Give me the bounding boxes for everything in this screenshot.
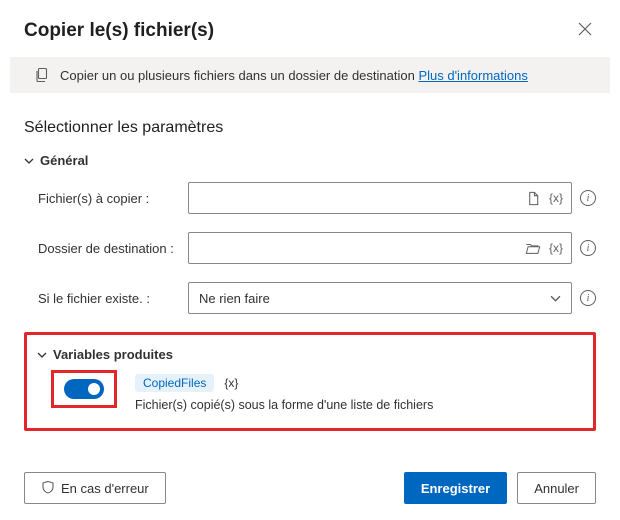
- if-exists-select[interactable]: Ne rien faire: [188, 282, 572, 314]
- general-section-header[interactable]: Général: [24, 153, 596, 168]
- info-icon[interactable]: i: [580, 190, 596, 206]
- variable-icon: {x}: [222, 376, 240, 390]
- dest-folder-input[interactable]: {x}: [188, 232, 572, 264]
- info-banner: Copier un ou plusieurs fichiers dans un …: [10, 57, 610, 93]
- dest-folder-row: Dossier de destination : {x} i: [38, 232, 596, 264]
- cancel-button[interactable]: Annuler: [517, 472, 596, 504]
- dest-folder-label: Dossier de destination :: [38, 241, 178, 256]
- variable-chip[interactable]: CopiedFiles: [135, 374, 214, 392]
- info-icon[interactable]: i: [580, 290, 596, 306]
- files-to-copy-input[interactable]: {x}: [188, 182, 572, 214]
- dialog-footer: En cas d'erreur Enregistrer Annuler: [24, 472, 596, 504]
- dialog-title: Copier le(s) fichier(s): [24, 20, 214, 42]
- files-to-copy-row: Fichier(s) à copier : {x} i: [38, 182, 596, 214]
- if-exists-label: Si le fichier existe. :: [38, 291, 178, 306]
- if-exists-row: Si le fichier existe. : Ne rien faire i: [38, 282, 596, 314]
- folder-picker-icon[interactable]: [525, 241, 541, 256]
- info-icon[interactable]: i: [580, 240, 596, 256]
- variable-icon[interactable]: {x}: [547, 241, 565, 255]
- on-error-button[interactable]: En cas d'erreur: [24, 472, 166, 504]
- variables-label: Variables produites: [53, 347, 173, 362]
- chevron-down-icon: [550, 293, 561, 304]
- section-title: Sélectionner les paramètres: [24, 119, 596, 137]
- content-area: Sélectionner les paramètres Général Fich…: [0, 93, 620, 431]
- general-label: Général: [40, 153, 88, 168]
- if-exists-value: Ne rien faire: [199, 291, 270, 306]
- variable-row: CopiedFiles {x} Fichier(s) copié(s) sous…: [51, 370, 583, 412]
- shield-icon: [41, 480, 55, 497]
- chevron-down-icon: [37, 350, 47, 360]
- variable-description: Fichier(s) copié(s) sous la forme d'une …: [135, 398, 583, 412]
- banner-text: Copier un ou plusieurs fichiers dans un …: [60, 68, 528, 83]
- variable-details: CopiedFiles {x} Fichier(s) copié(s) sous…: [135, 370, 583, 412]
- copy-icon: [34, 67, 50, 83]
- variable-toggle[interactable]: [64, 379, 104, 399]
- file-picker-icon[interactable]: [526, 191, 541, 206]
- on-error-label: En cas d'erreur: [61, 481, 149, 496]
- variable-icon[interactable]: {x}: [547, 191, 565, 205]
- chevron-down-icon: [24, 156, 34, 166]
- close-button[interactable]: [574, 18, 596, 43]
- toggle-highlight: [51, 370, 117, 408]
- files-to-copy-label: Fichier(s) à copier :: [38, 191, 178, 206]
- save-button[interactable]: Enregistrer: [404, 472, 507, 504]
- more-info-link[interactable]: Plus d'informations: [418, 68, 527, 83]
- variables-highlight: Variables produites CopiedFiles {x} Fich…: [24, 332, 596, 431]
- dialog-header: Copier le(s) fichier(s): [0, 0, 620, 57]
- variables-section-header[interactable]: Variables produites: [37, 347, 583, 362]
